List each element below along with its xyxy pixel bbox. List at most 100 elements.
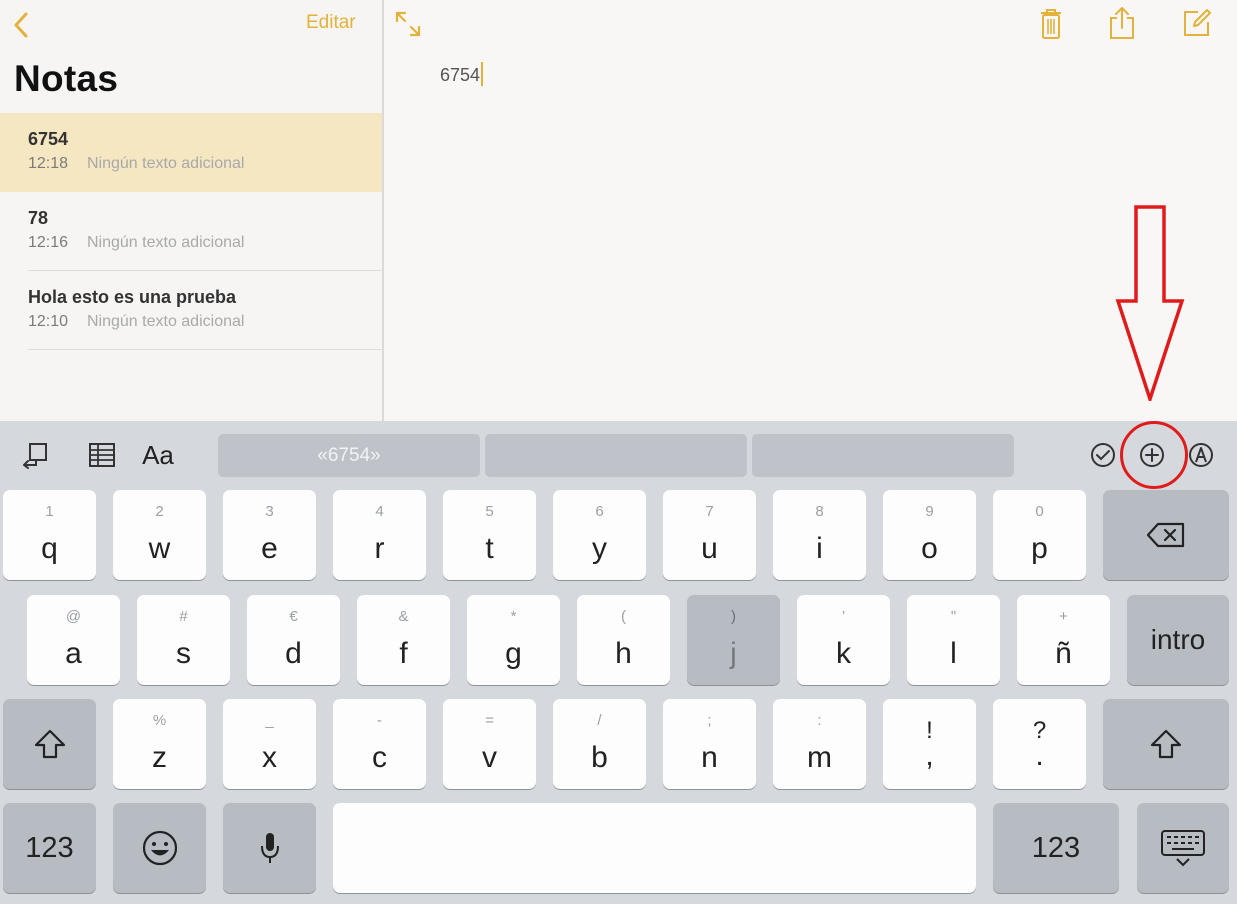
text-cursor [481, 62, 484, 86]
key-primary: u [701, 532, 718, 565]
edit-button[interactable]: Editar [306, 12, 356, 34]
note-time: 12:16 [28, 234, 69, 251]
note-title: Hola esto es una prueba [28, 287, 237, 307]
checklist-button[interactable] [1088, 433, 1118, 477]
key-secondary: & [398, 608, 409, 625]
chevron-left-icon [14, 12, 28, 38]
key-z[interactable]: % z [113, 699, 206, 789]
key-primary: i [816, 532, 823, 565]
key-secondary: # [179, 608, 188, 625]
microphone-icon [260, 833, 279, 863]
key-b[interactable]: / b [553, 699, 646, 789]
key-enye[interactable]: + ñ [1017, 595, 1110, 685]
markup-button[interactable] [1186, 433, 1216, 477]
key-l[interactable]: " l [907, 595, 1000, 685]
key-primary: j [730, 637, 737, 670]
return-label: intro [1150, 624, 1206, 655]
key-primary: c [372, 741, 387, 774]
emoji-key[interactable] [113, 803, 206, 893]
key-secondary: " [950, 608, 957, 625]
key-t[interactable]: 5t [443, 490, 536, 580]
note-subtitle: Ningún texto adicional [87, 234, 245, 251]
shift-key-left[interactable] [3, 699, 96, 789]
key-secondary: ’ [841, 608, 846, 625]
numbers-label: 123 [1031, 831, 1081, 864]
note-editor[interactable]: 6754 [384, 0, 1237, 421]
hide-keyboard-key[interactable] [1137, 803, 1229, 893]
key-primary: l [950, 637, 957, 670]
note-title: 6754 [28, 129, 69, 149]
key-primary: w [148, 532, 171, 565]
note-list-item[interactable]: Hola esto es una prueba 12:10 Ningún tex… [0, 271, 382, 350]
key-comma[interactable]: !, [883, 699, 976, 789]
key-f[interactable]: & f [357, 595, 450, 685]
undo-redo-button[interactable] [16, 433, 54, 477]
note-subtitle: Ningún texto adicional [87, 313, 245, 330]
key-u[interactable]: 7u [663, 490, 756, 580]
key-a[interactable]: @ a [27, 595, 120, 685]
key-primary: r [374, 532, 385, 565]
note-time: 12:10 [28, 313, 69, 330]
key-q[interactable]: 1q [3, 490, 96, 580]
key-secondary: 5 [485, 503, 494, 520]
key-secondary: 6 [595, 503, 604, 520]
back-button[interactable] [8, 8, 34, 42]
key-primary: . [1035, 739, 1044, 772]
undo-redo-icon [23, 443, 47, 469]
key-secondary: / [597, 712, 602, 729]
divider [28, 349, 382, 350]
key-primary: h [615, 637, 632, 670]
suggestion-1[interactable]: «6754» [218, 434, 480, 477]
key-v[interactable]: = v [443, 699, 536, 789]
key-h[interactable]: (h [577, 595, 670, 685]
key-w[interactable]: 2w [113, 490, 206, 580]
suggestion-3[interactable] [752, 434, 1014, 477]
key-e[interactable]: 3e [223, 490, 316, 580]
key-r[interactable]: 4r [333, 490, 426, 580]
key-primary: x [262, 741, 277, 774]
note-list-item[interactable]: 6754 12:18 Ningún texto adicional [0, 113, 382, 192]
key-primary: g [505, 637, 522, 670]
key-primary: e [261, 532, 278, 565]
key-primary: n [701, 741, 718, 774]
space-key[interactable] [333, 803, 976, 893]
note-list-item[interactable]: 78 12:16 Ningún texto adicional [0, 192, 382, 271]
key-m[interactable]: :m [773, 699, 866, 789]
key-s[interactable]: # s [137, 595, 230, 685]
shift-key-right[interactable] [1103, 699, 1229, 789]
share-button[interactable] [1106, 4, 1138, 42]
key-k[interactable]: ’ k [797, 595, 890, 685]
return-key[interactable]: intro [1127, 595, 1229, 685]
key-n[interactable]: ; n [663, 699, 756, 789]
key-primary: k [836, 637, 851, 670]
numbers-key-right[interactable]: 123 [993, 803, 1119, 893]
key-secondary: : [817, 712, 822, 729]
format-button[interactable]: Aa [136, 433, 180, 477]
key-i[interactable]: 8i [773, 490, 866, 580]
key-x[interactable]: _ x [223, 699, 316, 789]
expand-button[interactable] [392, 8, 424, 40]
key-secondary: 8 [815, 503, 824, 520]
numbers-key-left[interactable]: 123 [3, 803, 96, 893]
key-secondary: 7 [705, 503, 714, 520]
note-body-text[interactable]: 6754 [440, 62, 484, 86]
key-g[interactable]: * g [467, 595, 560, 685]
key-c[interactable]: -c [333, 699, 426, 789]
delete-button[interactable] [1036, 6, 1066, 42]
key-o[interactable]: 9o [883, 490, 976, 580]
key-j[interactable]: ) j [687, 595, 780, 685]
suggestion-2[interactable] [485, 434, 747, 477]
key-y[interactable]: 6y [553, 490, 646, 580]
checklist-icon [1091, 443, 1115, 467]
key-p[interactable]: 0p [993, 490, 1086, 580]
key-primary: , [925, 739, 934, 772]
table-button[interactable] [84, 433, 120, 477]
backspace-key[interactable] [1103, 490, 1229, 580]
key-primary: z [152, 741, 167, 774]
key-d[interactable]: € d [247, 595, 340, 685]
share-icon [1110, 7, 1134, 39]
key-period[interactable]: ?. [993, 699, 1086, 789]
dictation-key[interactable] [223, 803, 316, 893]
compose-button[interactable] [1180, 6, 1214, 40]
note-text: 6754 [440, 65, 481, 85]
